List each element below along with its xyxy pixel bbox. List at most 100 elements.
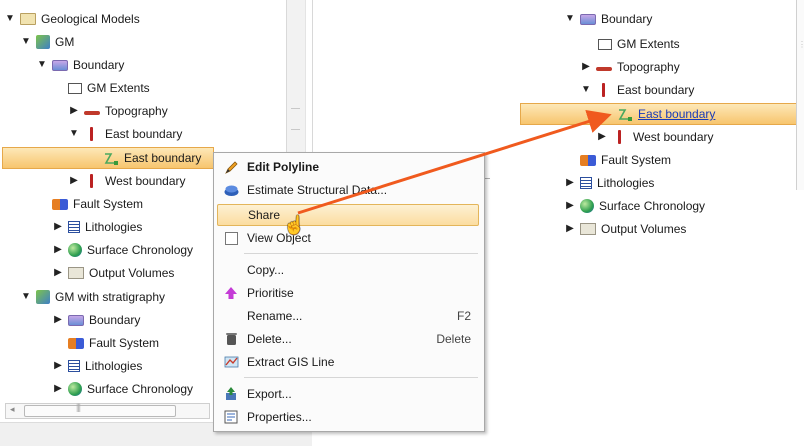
- extents-icon: [598, 38, 612, 50]
- menu-item-copy[interactable]: Copy...: [217, 259, 479, 281]
- menu-item-properties[interactable]: Properties...: [217, 406, 479, 428]
- polyline-icon: [602, 83, 605, 97]
- menu-item-label: Estimate Structural Data...: [247, 183, 388, 197]
- tree-item-lithologies-2[interactable]: ▶ Lithologies: [52, 355, 142, 377]
- tree-item-label: GM: [55, 35, 75, 49]
- checkbox-icon[interactable]: [224, 231, 238, 245]
- tree-item-surface-chronology-2[interactable]: ▶ Surface Chronology: [52, 378, 193, 400]
- collapse-arrow-icon[interactable]: ▶: [564, 195, 576, 217]
- collapse-arrow-icon[interactable]: ▶: [52, 378, 64, 400]
- tree-item-label: Output Volumes: [89, 266, 175, 280]
- chronology-icon: [580, 199, 594, 213]
- menu-item-prioritise[interactable]: Prioritise: [217, 282, 479, 304]
- tree-item-boundary[interactable]: ▼ Boundary: [36, 54, 124, 76]
- tree-item-label: Lithologies: [85, 359, 143, 373]
- tree-item-label: Surface Chronology: [87, 382, 194, 396]
- tree-item-fault-system-2[interactable]: Fault System: [68, 332, 159, 354]
- scroll-left-icon[interactable]: ◂: [10, 404, 15, 415]
- expand-arrow-icon[interactable]: ▼: [20, 286, 32, 308]
- extents-icon: [68, 82, 82, 94]
- menu-item-share[interactable]: Share: [217, 204, 479, 226]
- vertical-scrollbar[interactable]: ⋮: [796, 0, 804, 190]
- tree-item-gm[interactable]: ▼ GM: [20, 31, 74, 53]
- expand-arrow-icon[interactable]: ▼: [580, 79, 592, 101]
- menu-item-label: Rename...: [247, 309, 303, 323]
- output-volumes-icon: [580, 223, 596, 235]
- tree-item-label: Lithologies: [85, 220, 143, 234]
- folder-icon: [20, 13, 36, 25]
- tree-item-boundary-2[interactable]: ▶ Boundary: [52, 309, 140, 331]
- tree-item-gm-with-stratigraphy[interactable]: ▼ GM with stratigraphy: [20, 286, 165, 308]
- topography-icon: [596, 67, 612, 71]
- expand-arrow-icon[interactable]: ▼: [20, 31, 32, 53]
- tree-item-label: Boundary: [601, 12, 653, 26]
- scrollbar-thumb[interactable]: [24, 405, 176, 417]
- gis-line-icon: [223, 354, 239, 370]
- grip-icon: |||: [76, 402, 81, 412]
- topography-icon: [84, 111, 100, 115]
- tree-item-surface-chronology[interactable]: ▶ Surface Chronology: [564, 195, 705, 217]
- tree-item-label: West boundary: [105, 174, 186, 188]
- hand-cursor-icon: ☝: [283, 215, 306, 235]
- shared-tree-pane: ▼ Boundary GM Extents ▶ Topography ▼ Eas…: [520, 0, 804, 245]
- collapse-arrow-icon[interactable]: ▶: [52, 216, 64, 238]
- properties-icon: [223, 409, 239, 425]
- collapse-arrow-icon[interactable]: ▶: [68, 170, 80, 192]
- collapse-arrow-icon[interactable]: ▶: [68, 100, 80, 122]
- tree-item-surface-chronology[interactable]: ▶ Surface Chronology: [52, 239, 193, 261]
- collapse-arrow-icon[interactable]: ▶: [52, 262, 64, 284]
- menu-item-delete[interactable]: Delete... Delete: [217, 328, 479, 350]
- tree-item-topography[interactable]: ▶ Topography: [68, 100, 168, 122]
- tree-item-label: West boundary: [633, 130, 714, 144]
- tree-item-east-boundary-line[interactable]: East boundary: [520, 103, 798, 125]
- shared-link-label[interactable]: East boundary: [638, 103, 715, 125]
- tree-item-east-boundary-line[interactable]: East boundary: [2, 147, 214, 169]
- collapse-arrow-icon[interactable]: ▶: [580, 56, 592, 78]
- tree-item-topography[interactable]: ▶ Topography: [580, 56, 680, 78]
- collapse-arrow-icon[interactable]: ▶: [564, 218, 576, 240]
- collapse-arrow-icon[interactable]: ▶: [52, 355, 64, 377]
- chronology-icon: [68, 243, 82, 257]
- boundary-icon: [68, 314, 84, 326]
- menu-item-export[interactable]: Export...: [217, 383, 479, 405]
- tree-item-label: Boundary: [73, 58, 125, 72]
- collapse-arrow-icon[interactable]: ▶: [52, 239, 64, 261]
- tree-item-label: Fault System: [73, 197, 144, 211]
- tree-item-fault-system[interactable]: Fault System: [52, 193, 143, 215]
- tree-item-west-boundary[interactable]: ▶ West boundary: [596, 126, 714, 148]
- tree-item-gm-extents[interactable]: GM Extents: [598, 33, 680, 55]
- collapse-arrow-icon[interactable]: ▶: [564, 172, 576, 194]
- menu-item-extract-gis-line[interactable]: Extract GIS Line: [217, 351, 479, 373]
- menu-item-label: Copy...: [247, 263, 285, 277]
- expand-arrow-icon[interactable]: ▼: [68, 123, 80, 145]
- structural-data-icon: [223, 182, 239, 198]
- menu-item-rename[interactable]: Rename... F2: [217, 305, 479, 327]
- line-icon: [103, 151, 119, 165]
- tree-item-label: GM Extents: [617, 37, 680, 51]
- menu-item-estimate-structural-data[interactable]: Estimate Structural Data...: [217, 179, 479, 201]
- collapse-arrow-icon[interactable]: ▶: [52, 309, 64, 331]
- menu-item-edit-polyline[interactable]: Edit Polyline: [217, 156, 479, 178]
- export-icon: [223, 386, 239, 402]
- collapse-arrow-icon[interactable]: ▶: [596, 126, 608, 148]
- tree-item-fault-system[interactable]: Fault System: [580, 149, 671, 171]
- tree-item-gm-extents[interactable]: GM Extents: [68, 77, 150, 99]
- horizontal-scrollbar[interactable]: ◂ |||: [5, 402, 210, 419]
- lithologies-icon: [68, 360, 80, 372]
- polyline-icon: [90, 127, 93, 141]
- tree-item-output-volumes[interactable]: ▶ Output Volumes: [52, 262, 174, 284]
- scrollbar-grip[interactable]: [291, 108, 300, 130]
- tree-item-geological-models[interactable]: ▼ Geological Models: [4, 8, 140, 30]
- tree-item-boundary[interactable]: ▼ Boundary: [564, 8, 652, 30]
- expand-arrow-icon[interactable]: ▼: [564, 8, 576, 30]
- tree-item-label: Lithologies: [597, 176, 655, 190]
- tree-item-east-boundary-polyline[interactable]: ▼ East boundary: [68, 123, 182, 145]
- tree-item-west-boundary[interactable]: ▶ West boundary: [68, 170, 186, 192]
- expand-arrow-icon[interactable]: ▼: [36, 54, 48, 76]
- tree-item-east-boundary-polyline[interactable]: ▼ East boundary: [580, 79, 694, 101]
- menu-item-view-object[interactable]: View Object: [217, 227, 479, 249]
- expand-arrow-icon[interactable]: ▼: [4, 8, 16, 30]
- tree-item-lithologies[interactable]: ▶ Lithologies: [564, 172, 654, 194]
- tree-item-output-volumes[interactable]: ▶ Output Volumes: [564, 218, 686, 240]
- tree-item-lithologies[interactable]: ▶ Lithologies: [52, 216, 142, 238]
